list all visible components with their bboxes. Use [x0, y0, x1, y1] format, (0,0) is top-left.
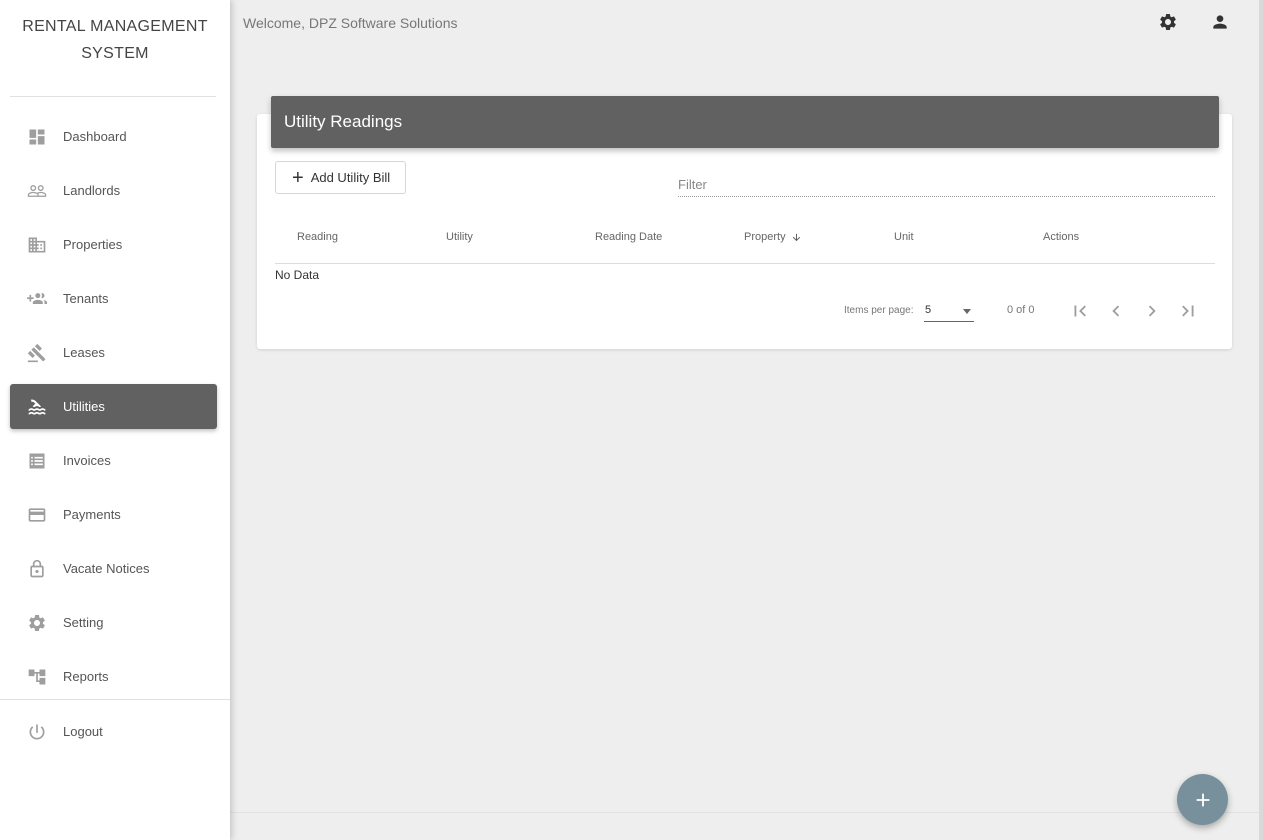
gavel-icon — [26, 342, 48, 364]
sidebar-item-label: Leases — [63, 345, 105, 360]
scrollbar[interactable] — [1259, 0, 1263, 840]
add-fab-button[interactable] — [1177, 774, 1228, 825]
column-header-label: Reading Date — [595, 231, 663, 243]
items-per-page-select[interactable]: 5 — [924, 302, 974, 322]
last-page-icon — [1182, 305, 1194, 317]
lock-open-icon — [26, 558, 48, 580]
sidebar-item-label: Invoices — [63, 453, 111, 468]
dropdown-caret-icon — [963, 309, 971, 314]
sidebar-item-label: Logout — [63, 724, 103, 739]
sidebar-item-tenants[interactable]: Tenants — [10, 276, 217, 321]
column-header-unit[interactable]: Unit — [894, 231, 914, 243]
building-icon — [26, 234, 48, 256]
sidebar-item-label: Dashboard — [63, 129, 127, 144]
first-page-button[interactable] — [1069, 300, 1091, 322]
settings-gear-icon[interactable] — [1158, 12, 1178, 32]
items-per-page-label: Items per page: — [844, 305, 914, 316]
column-header-label: Utility — [446, 231, 473, 243]
footer-divider — [230, 812, 1263, 813]
sidebar-item-label: Tenants — [63, 291, 109, 306]
column-header-label: Unit — [894, 231, 914, 243]
person-icon[interactable] — [1210, 12, 1230, 32]
column-header-reading-date[interactable]: Reading Date — [595, 231, 662, 243]
power-icon — [26, 721, 48, 743]
chevron-right-icon — [1148, 305, 1156, 317]
group-add-icon — [26, 288, 48, 310]
sidebar-item-label: Properties — [63, 237, 123, 252]
plus-icon: + — [292, 166, 304, 189]
chevron-left-icon — [1112, 305, 1120, 317]
sidebar-item-reports[interactable]: Reports — [10, 654, 217, 699]
app-title-line1: RENTAL MANAGEMENT — [22, 18, 208, 35]
gear-icon — [26, 612, 48, 634]
account-tree-icon — [26, 666, 48, 688]
column-header-utility[interactable]: Utility — [446, 231, 473, 243]
dashboard-icon — [26, 126, 48, 148]
previous-page-button[interactable] — [1105, 300, 1127, 322]
sidebar-item-label: Reports — [63, 669, 109, 684]
sidebar-item-setting[interactable]: Setting — [10, 600, 217, 645]
receipt-list-icon — [26, 450, 48, 472]
sidebar-item-payments[interactable]: Payments — [10, 492, 217, 537]
column-header-label: Actions — [1043, 231, 1080, 243]
add-utility-bill-label: Add Utility Bill — [310, 170, 391, 185]
first-page-icon — [1074, 305, 1086, 317]
filter-input[interactable] — [678, 172, 1215, 197]
column-header-actions: Actions — [1043, 231, 1079, 243]
empty-table-message: No Data — [275, 268, 320, 282]
column-header-label: Property — [744, 231, 786, 243]
sidebar-item-label: Vacate Notices — [63, 561, 150, 576]
items-per-page-value: 5 — [925, 304, 932, 316]
sidebar-item-invoices[interactable]: Invoices — [10, 438, 217, 483]
paginator-range: 0 of 0 — [1007, 304, 1035, 316]
sidebar-item-vacate-notices[interactable]: Vacate Notices — [10, 546, 217, 591]
column-header-property[interactable]: Property — [744, 231, 802, 243]
sidebar-item-properties[interactable]: Properties — [10, 222, 217, 267]
column-header-reading[interactable]: Reading — [297, 231, 338, 243]
welcome-text: Welcome, DPZ Software Solutions — [243, 15, 458, 31]
last-page-button[interactable] — [1177, 300, 1199, 322]
sidebar-item-dashboard[interactable]: Dashboard — [10, 114, 217, 159]
sidebar-item-label: Setting — [63, 615, 104, 630]
brand-divider — [10, 96, 216, 97]
pool-water-icon — [26, 396, 48, 418]
people-outline-icon — [26, 180, 48, 202]
sidebar-item-label: Payments — [63, 507, 121, 522]
sidebar-item-label: Landlords — [63, 183, 121, 198]
app-title: RENTAL MANAGEMENT SYSTEM — [0, 0, 230, 96]
credit-card-icon — [26, 504, 48, 526]
sidebar-item-logout[interactable]: Logout — [10, 709, 217, 754]
add-utility-bill-button[interactable]: + Add Utility Bill — [275, 161, 406, 194]
sidebar: RENTAL MANAGEMENT SYSTEM Dashboard Landl… — [0, 0, 230, 840]
next-page-button[interactable] — [1141, 300, 1163, 322]
card-title: Utility Readings — [271, 96, 1219, 148]
plus-icon — [1196, 793, 1209, 806]
logout-divider — [0, 699, 230, 700]
column-header-label: Reading — [297, 231, 338, 243]
sidebar-item-label: Utilities — [63, 399, 105, 414]
app-title-line2: SYSTEM — [81, 45, 149, 62]
table-header-divider — [275, 263, 1215, 264]
arrow-down-icon — [791, 232, 802, 243]
sidebar-item-leases[interactable]: Leases — [10, 330, 217, 375]
sidebar-item-landlords[interactable]: Landlords — [10, 168, 217, 213]
sidebar-item-utilities[interactable]: Utilities — [10, 384, 217, 429]
